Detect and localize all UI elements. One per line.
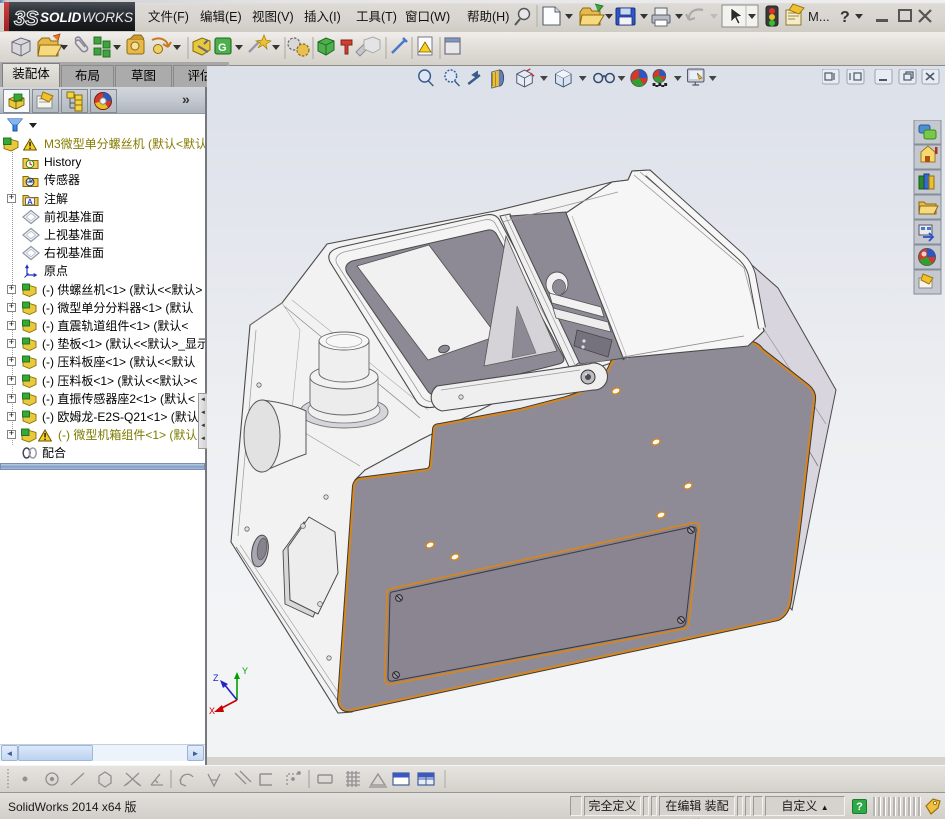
svg-text:X: X — [209, 706, 215, 716]
svg-text:M...: M... — [808, 9, 830, 24]
svg-text:?: ? — [840, 9, 850, 26]
svg-text:A: A — [27, 197, 33, 206]
svg-text:Z: Z — [213, 673, 219, 683]
svg-text:Y: Y — [242, 666, 248, 676]
svg-text:G: G — [218, 42, 227, 54]
